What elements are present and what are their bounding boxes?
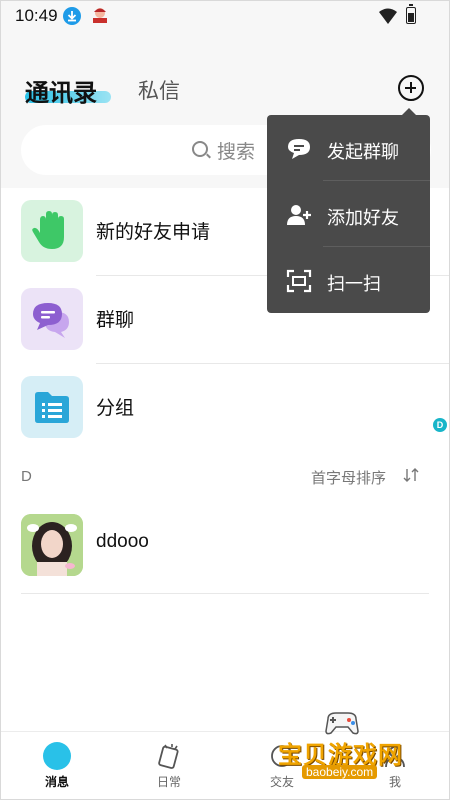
message-icon	[43, 742, 71, 770]
menu-scan[interactable]: 扫一扫	[267, 247, 430, 313]
tab-label: 日常	[156, 775, 181, 789]
watermark-url: baobeiy.com	[302, 765, 378, 779]
tab-contacts-label: 通讯录	[25, 79, 97, 107]
contact-item[interactable]: ddooo	[1, 499, 449, 594]
group-chat-icon	[21, 288, 83, 350]
tab-contacts[interactable]: 通讯录	[25, 73, 111, 108]
list-item-label: 新的好友申请	[96, 221, 211, 243]
list-item-label: 分组	[96, 397, 135, 419]
menu-label: 发起群聊	[327, 142, 399, 163]
add-friend-icon	[286, 203, 312, 227]
status-time: 10:49	[15, 6, 58, 25]
app-screen: 10:49 通讯录 私信 搜索 新的好友申请 群聊 分组 D 首字母排序 ddo…	[0, 0, 450, 800]
add-menu-popup: 发起群聊 添加好友 扫一扫	[267, 108, 430, 313]
search-placeholder: 搜索	[217, 141, 256, 163]
sort-toggle[interactable]: 首字母排序	[311, 467, 386, 488]
wifi-icon	[379, 8, 397, 28]
tab-messages-bottom[interactable]: 消息	[1, 732, 113, 799]
folder-icon	[21, 376, 83, 438]
start-chat-icon	[286, 137, 312, 161]
status-bar: 10:49	[1, 1, 449, 33]
app-notification-icon	[91, 6, 109, 24]
list-item-label: 群聊	[96, 309, 135, 331]
gamepad-icon	[325, 712, 359, 735]
section-letter: D	[21, 468, 32, 485]
download-icon	[63, 7, 81, 25]
site-watermark: 宝贝游戏网 baobeiy.com	[274, 709, 424, 781]
avatar	[21, 514, 83, 576]
menu-label: 添加好友	[327, 208, 399, 229]
sort-icon[interactable]	[403, 468, 419, 486]
waving-hand-icon	[21, 200, 83, 262]
divider	[21, 593, 429, 594]
daily-icon	[155, 742, 183, 770]
scan-icon	[286, 269, 312, 293]
menu-start-group-chat[interactable]: 发起群聊	[267, 115, 430, 181]
menu-label: 扫一扫	[327, 274, 381, 295]
section-header: D 首字母排序	[1, 452, 449, 499]
add-menu-button[interactable]	[398, 75, 424, 101]
battery-icon	[406, 4, 416, 24]
menu-add-friend[interactable]: 添加好友	[267, 181, 430, 247]
contact-name: ddooo	[96, 531, 149, 552]
alphabet-index-badge[interactable]: D	[433, 418, 447, 432]
tab-messages[interactable]: 私信	[138, 75, 180, 105]
tab-daily[interactable]: 日常	[113, 732, 225, 799]
groups-item[interactable]: 分组	[1, 364, 449, 452]
search-icon	[192, 141, 208, 157]
tab-label: 消息	[44, 775, 69, 789]
